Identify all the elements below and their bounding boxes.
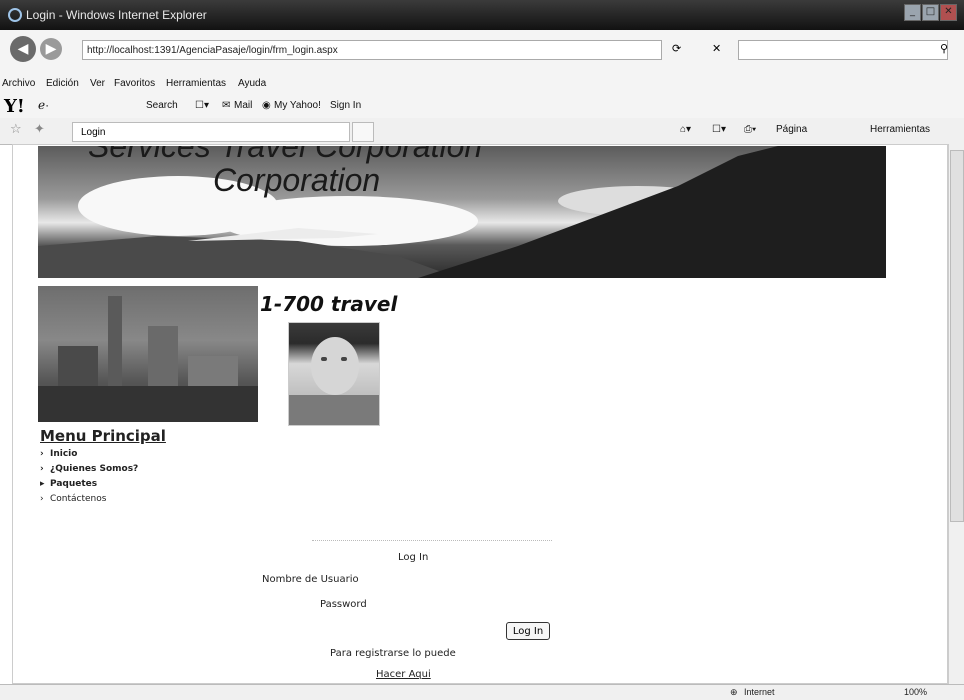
nav-quienes-somos[interactable]: › ¿Quienes Somos? [40, 464, 138, 474]
address-row: ◀ ▶ http://localhost:1391/AgenciaPasaje/… [0, 30, 964, 75]
login-title: Log In [398, 552, 429, 563]
agent-photo [288, 322, 380, 426]
header-banner: Services Travel Corporation Corporation [38, 146, 886, 278]
search-icon[interactable]: ⚲ [940, 42, 948, 55]
title-bar: Login - Windows Internet Explorer _ □ ✕ [0, 0, 964, 30]
refresh-icon[interactable]: ⟳ [672, 42, 681, 55]
menu-edicion[interactable]: Edición [46, 78, 79, 89]
pagina-menu[interactable]: Página [776, 124, 807, 135]
home-icon[interactable]: ⌂▾ [680, 124, 691, 135]
search-input[interactable] [738, 40, 948, 60]
chevron-right-icon: › [40, 464, 44, 474]
form-divider [312, 540, 552, 542]
minimize-button[interactable]: _ [904, 4, 921, 21]
chevron-right-icon: ▸ [40, 479, 45, 489]
scrollbar-thumb[interactable] [950, 150, 964, 522]
address-bar[interactable]: http://localhost:1391/AgenciaPasaje/logi… [82, 40, 662, 60]
status-bar: ⊕ Internet 100% [0, 684, 964, 700]
menu-favoritos[interactable]: Favoritos [114, 78, 155, 89]
signin-link[interactable]: Sign In [330, 100, 361, 111]
mountain-graphic [38, 146, 886, 278]
yahoo-toolbar-icon[interactable]: ☐▾ [195, 100, 209, 111]
globe-icon: ⊕ [730, 687, 738, 697]
zone-text: Internet [744, 687, 775, 697]
forward-button[interactable]: ▶ [40, 38, 62, 60]
close-button[interactable]: ✕ [940, 4, 957, 21]
ie-icon [8, 8, 22, 22]
password-input[interactable] [388, 597, 552, 615]
yahoo-toolbar: Y! ℯ· Search ☐▾ ✉ Mail ◉ My Yahoo! Sign … [0, 94, 964, 119]
tab-row: ☆ ✦ Login ⌂▾ ☐▾ ⎙▾ Página Herramientas [0, 118, 964, 145]
nav-paquetes[interactable]: ▸ Paquetes [40, 479, 97, 489]
tab-login[interactable]: Login [72, 122, 350, 142]
menu-herramientas[interactable]: Herramientas [166, 78, 226, 89]
new-tab-button[interactable] [352, 122, 374, 142]
register-text: Para registrarse lo puede [330, 648, 456, 659]
window-title: Login - Windows Internet Explorer [26, 8, 207, 22]
yahoo-mail-button[interactable]: Mail [234, 100, 252, 111]
favorites-star-icon[interactable]: ☆ [10, 122, 22, 137]
mail-icon[interactable]: ✉ [222, 100, 230, 111]
menu-ayuda[interactable]: Ayuda [238, 78, 266, 89]
password-label: Password [320, 599, 367, 610]
print-icon[interactable]: ⎙▾ [744, 124, 756, 135]
nav-inicio[interactable]: › Inicio [40, 449, 77, 459]
username-label: Nombre de Usuario [262, 574, 359, 585]
add-favorites-icon[interactable]: ✦ [34, 122, 45, 137]
slogan-text: 1-700 travel [260, 292, 398, 316]
herramientas-menu[interactable]: Herramientas [870, 124, 930, 135]
login-button[interactable]: Log In [506, 622, 550, 640]
stop-icon[interactable]: ✕ [712, 42, 721, 55]
username-input[interactable] [388, 573, 552, 591]
register-link[interactable]: Hacer Aqui [376, 669, 431, 680]
menu-principal-title: Menu Principal [40, 427, 166, 445]
ie-logo-icon[interactable]: ℯ· [38, 98, 49, 112]
chevron-right-icon: › [40, 494, 44, 504]
yahoo-search-button[interactable]: Search [146, 100, 178, 111]
menu-bar: Archivo Edición Ver Favoritos Herramient… [0, 74, 964, 94]
menu-ver[interactable]: Ver [90, 78, 105, 89]
nav-contactenos[interactable]: › Contáctenos [40, 494, 106, 504]
myyahoo-button[interactable]: My Yahoo! [274, 100, 321, 111]
city-image [38, 286, 258, 422]
back-button[interactable]: ◀ [10, 36, 36, 62]
menu-archivo[interactable]: Archivo [2, 78, 35, 89]
maximize-button[interactable]: □ [922, 4, 939, 21]
feeds-icon[interactable]: ☐▾ [712, 124, 726, 135]
myyahoo-icon[interactable]: ◉ [262, 100, 271, 111]
zoom-level[interactable]: 100% [904, 687, 927, 697]
banner-title: Corporation [213, 162, 381, 198]
chevron-right-icon: › [40, 449, 44, 459]
yahoo-logo-icon[interactable]: Y! [4, 96, 25, 117]
